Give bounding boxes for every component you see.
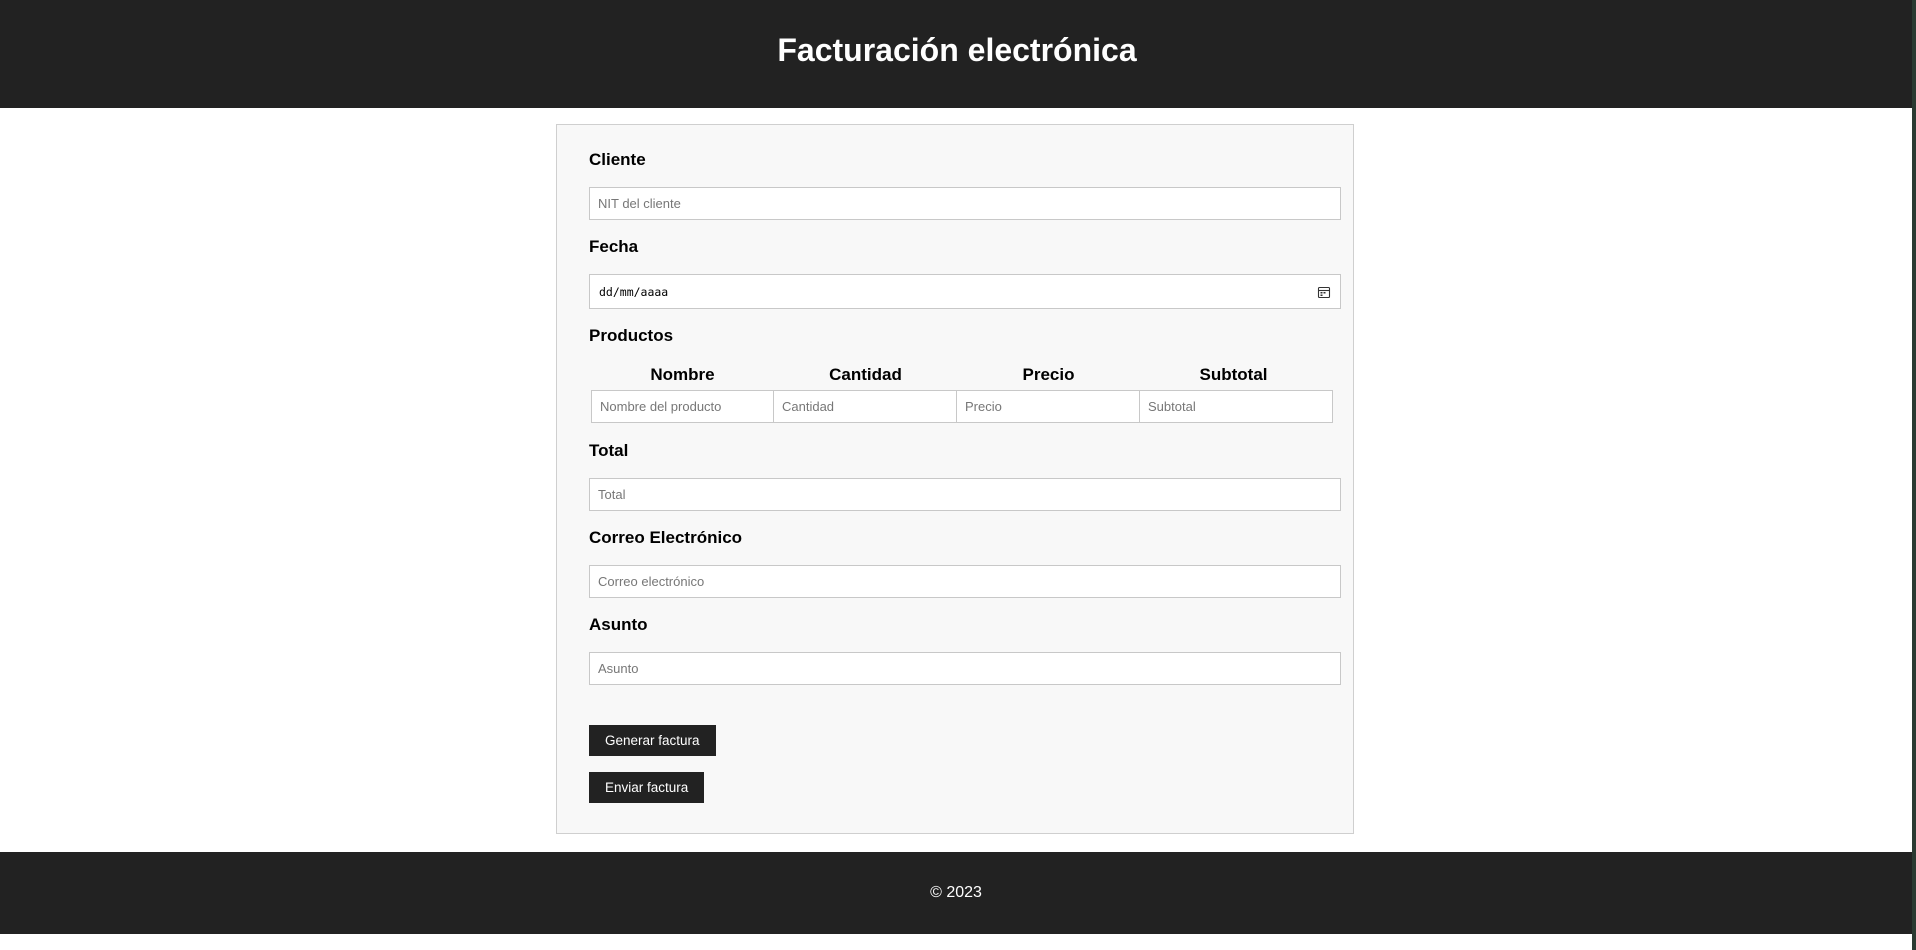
asunto-label: Asunto bbox=[589, 615, 648, 634]
send-invoice-button[interactable]: Enviar factura bbox=[589, 772, 705, 803]
fecha-label: Fecha bbox=[589, 237, 639, 256]
product-name-input[interactable] bbox=[591, 390, 774, 423]
generate-invoice-button[interactable]: Generar factura bbox=[589, 725, 716, 756]
copyright-text: © 2023 bbox=[930, 884, 982, 901]
page-header: Facturación electrónica bbox=[0, 0, 1912, 108]
column-header-cantidad: Cantidad bbox=[829, 365, 902, 384]
product-subtotal-input[interactable] bbox=[1140, 390, 1333, 423]
fecha-date-input[interactable]: dd/mm/aaaa bbox=[589, 274, 1341, 309]
page-footer: © 2023 bbox=[0, 852, 1912, 934]
productos-label: Productos bbox=[589, 326, 674, 345]
products-table-header: Nombre Cantidad Precio Subtotal bbox=[591, 360, 1327, 390]
products-table: Nombre Cantidad Precio Subtotal bbox=[591, 360, 1333, 423]
total-label: Total bbox=[589, 441, 629, 460]
column-header-nombre: Nombre bbox=[650, 365, 715, 384]
page: Facturación electrónica Cliente Fecha dd… bbox=[0, 0, 1916, 950]
email-field[interactable] bbox=[589, 565, 1341, 598]
calendar-icon[interactable] bbox=[1317, 285, 1331, 299]
invoice-form: Cliente Fecha dd/mm/aaaa Productos Nombr… bbox=[556, 124, 1354, 834]
fecha-date-value: dd/mm/aaaa bbox=[599, 284, 669, 299]
product-price-input[interactable] bbox=[957, 390, 1140, 423]
cliente-label: Cliente bbox=[589, 150, 646, 169]
column-header-precio: Precio bbox=[1022, 365, 1075, 384]
cliente-nit-input[interactable] bbox=[589, 187, 1341, 220]
product-quantity-input[interactable] bbox=[774, 390, 957, 423]
asunto-input[interactable] bbox=[589, 652, 1341, 685]
window-edge bbox=[1912, 0, 1916, 950]
page-title: Facturación electrónica bbox=[777, 32, 1137, 68]
total-input[interactable] bbox=[589, 478, 1341, 511]
correo-label: Correo Electrónico bbox=[589, 528, 743, 547]
table-row bbox=[591, 390, 1333, 423]
column-header-subtotal: Subtotal bbox=[1199, 365, 1268, 384]
